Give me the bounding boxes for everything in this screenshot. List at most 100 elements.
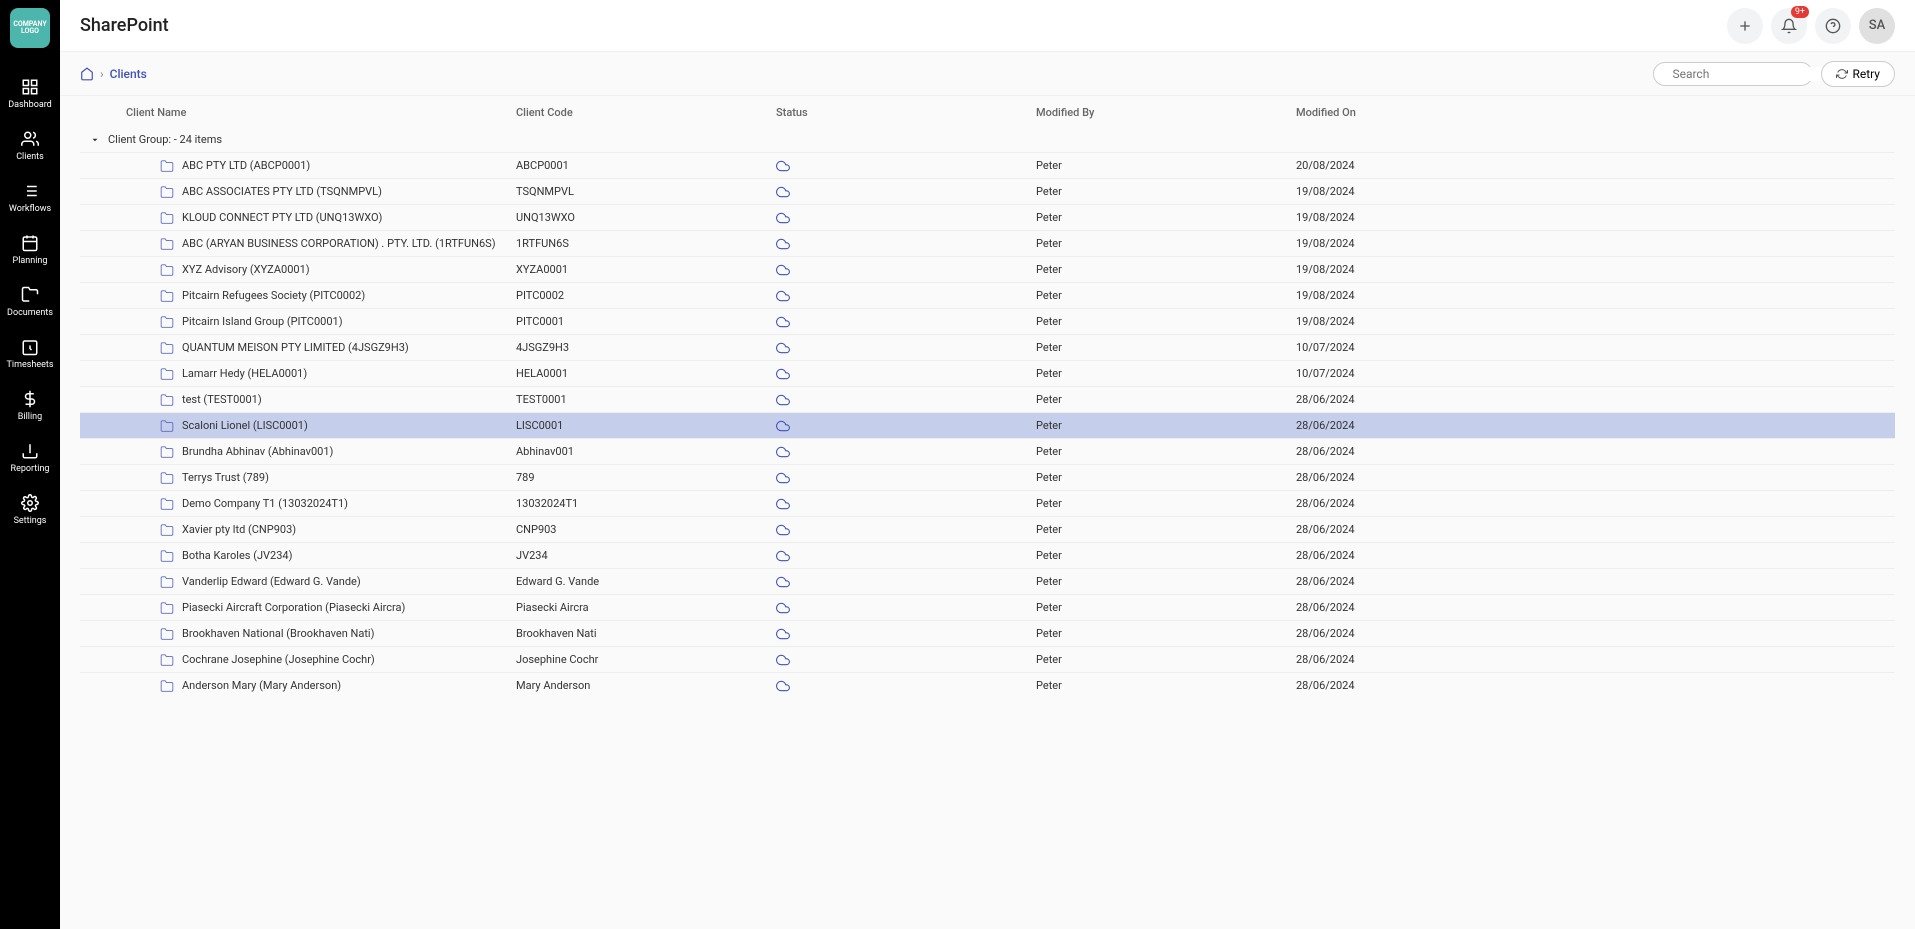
- cloud-icon: [776, 367, 790, 381]
- modified-on: 28/06/2024: [1296, 549, 1355, 562]
- table-row[interactable]: Anderson Mary (Mary Anderson)Mary Anders…: [80, 672, 1895, 698]
- client-code: CNP903: [516, 523, 557, 536]
- sidebar-item-dashboard[interactable]: Dashboard: [3, 68, 58, 120]
- folder-icon: [160, 289, 174, 303]
- cloud-icon: [776, 445, 790, 459]
- table-row[interactable]: Xavier pty ltd (CNP903)CNP903Peter28/06/…: [80, 516, 1895, 542]
- modified-by: Peter: [1036, 653, 1062, 666]
- client-name: KLOUD CONNECT PTY LTD (UNQ13WXO): [182, 211, 382, 224]
- cloud-icon: [776, 549, 790, 563]
- table-row[interactable]: Piasecki Aircraft Corporation (Piasecki …: [80, 594, 1895, 620]
- client-code: ABCP0001: [516, 159, 569, 172]
- cloud-icon: [776, 315, 790, 329]
- modified-by: Peter: [1036, 367, 1062, 380]
- column-status[interactable]: Status: [770, 106, 1030, 119]
- sidebar-item-label: Documents: [7, 308, 53, 318]
- sidebar-item-label: Clients: [16, 152, 44, 162]
- sidebar-item-timesheets[interactable]: Timesheets: [3, 328, 58, 380]
- client-code: TSQNMPVL: [516, 185, 574, 198]
- modified-on: 19/08/2024: [1296, 237, 1355, 250]
- sidebar-item-clients[interactable]: Clients: [3, 120, 58, 172]
- table-row[interactable]: KLOUD CONNECT PTY LTD (UNQ13WXO) UNQ13WXO…: [80, 204, 1895, 230]
- folder-icon: [160, 523, 174, 537]
- client-code: Piasecki Aircra: [516, 601, 589, 614]
- table-row[interactable]: ABC (ARYAN BUSINESS CORPORATION) . PTY. …: [80, 230, 1895, 256]
- client-name: Pitcairn Refugees Society (PITC0002): [182, 289, 365, 302]
- sidebar-item-reporting[interactable]: Reporting: [3, 432, 58, 484]
- client-name: Xavier pty ltd (CNP903): [182, 523, 296, 536]
- modified-on: 19/08/2024: [1296, 263, 1355, 276]
- client-name: Scaloni Lionel (LISC0001): [182, 419, 308, 432]
- table-row[interactable]: ABC ASSOCIATES PTY LTD (TSQNMPVL) TSQNMPV…: [80, 178, 1895, 204]
- client-name: ABC ASSOCIATES PTY LTD (TSQNMPVL): [182, 185, 382, 198]
- client-code: PITC0001: [516, 315, 564, 328]
- sidebar-item-billing[interactable]: Billing: [3, 380, 58, 432]
- search-input[interactable]: [1672, 67, 1828, 81]
- cloud-icon: [776, 211, 790, 225]
- breadcrumb-current[interactable]: Clients: [110, 67, 147, 81]
- client-code: JV234: [516, 549, 548, 562]
- table-row[interactable]: Brookhaven National (Brookhaven Nati)Bro…: [80, 620, 1895, 646]
- table-row[interactable]: XYZ Advisory (XYZA0001)XYZA0001Peter19/0…: [80, 256, 1895, 282]
- client-name: Pitcairn Island Group (PITC0001): [182, 315, 343, 328]
- modified-by: Peter: [1036, 523, 1062, 536]
- modified-by: Peter: [1036, 445, 1062, 458]
- notifications-button[interactable]: 9+: [1771, 8, 1807, 44]
- table-row[interactable]: Brundha Abhinav (Abhinav001)Abhinav001Pe…: [80, 438, 1895, 464]
- modified-on: 10/07/2024: [1296, 341, 1355, 354]
- folder-icon: [160, 263, 174, 277]
- sidebar-item-settings[interactable]: Settings: [3, 484, 58, 536]
- client-name: Terrys Trust (789): [182, 471, 269, 484]
- group-header[interactable]: Client Group: - 24 items: [80, 127, 1895, 152]
- sidebar-item-planning[interactable]: Planning: [3, 224, 58, 276]
- modified-by: Peter: [1036, 263, 1062, 276]
- table-row[interactable]: Pitcairn Refugees Society (PITC0002)PITC…: [80, 282, 1895, 308]
- column-modified-on[interactable]: Modified On: [1290, 106, 1895, 119]
- table-row[interactable]: Cochrane Josephine (Josephine Cochr)Jose…: [80, 646, 1895, 672]
- content-area: Client Name Client Code Status Modified …: [60, 96, 1915, 929]
- table-row[interactable]: Vanderlip Edward (Edward G. Vande)Edward…: [80, 568, 1895, 594]
- modified-by: Peter: [1036, 601, 1062, 614]
- cloud-icon: [776, 471, 790, 485]
- column-client-name[interactable]: Client Name: [120, 106, 510, 119]
- reporting-icon: [21, 442, 39, 460]
- sidebar-item-label: Workflows: [9, 204, 51, 214]
- page-title: SharePoint: [80, 15, 169, 36]
- search-box[interactable]: [1653, 62, 1813, 86]
- table-row[interactable]: Botha Karoles (JV234)JV234Peter28/06/202…: [80, 542, 1895, 568]
- help-button[interactable]: [1815, 8, 1851, 44]
- folder-icon: [160, 419, 174, 433]
- clients-icon: [21, 130, 39, 148]
- table-row[interactable]: Lamarr Hedy (HELA0001)HELA0001Peter10/07…: [80, 360, 1895, 386]
- modified-on: 20/08/2024: [1296, 159, 1355, 172]
- column-modified-by[interactable]: Modified By: [1030, 106, 1290, 119]
- client-code: 789: [516, 471, 535, 484]
- client-code: UNQ13WXO: [516, 211, 575, 224]
- documents-icon: [21, 286, 39, 304]
- folder-icon: [160, 627, 174, 641]
- add-button[interactable]: [1727, 8, 1763, 44]
- modified-by: Peter: [1036, 679, 1062, 692]
- table-row[interactable]: ABC PTY LTD (ABCP0001)ABCP0001Peter20/08…: [80, 152, 1895, 178]
- modified-on: 19/08/2024: [1296, 289, 1355, 302]
- table-row[interactable]: test (TEST0001)TEST0001Peter28/06/2024: [80, 386, 1895, 412]
- modified-by: Peter: [1036, 159, 1062, 172]
- retry-button[interactable]: Retry: [1821, 61, 1895, 87]
- table-row[interactable]: QUANTUM MEISON PTY LIMITED (4JSGZ9H3)4JS…: [80, 334, 1895, 360]
- company-logo[interactable]: COMPANYLOGO: [10, 8, 50, 48]
- table-row[interactable]: Pitcairn Island Group (PITC0001) PITC0001…: [80, 308, 1895, 334]
- user-avatar[interactable]: SA: [1859, 8, 1895, 44]
- cloud-icon: [776, 627, 790, 641]
- table-row[interactable]: Terrys Trust (789)789Peter28/06/2024: [80, 464, 1895, 490]
- top-header: SharePoint 9+ SA: [60, 0, 1915, 52]
- cloud-icon: [776, 653, 790, 667]
- table-row[interactable]: Scaloni Lionel (LISC0001)LISC0001Peter28…: [80, 412, 1895, 438]
- table-row[interactable]: Demo Company T1 (13032024T1)13032024T1Pe…: [80, 490, 1895, 516]
- question-icon: [1825, 18, 1841, 34]
- modified-by: Peter: [1036, 471, 1062, 484]
- modified-by: Peter: [1036, 341, 1062, 354]
- sidebar-item-documents[interactable]: Documents: [3, 276, 58, 328]
- sidebar-item-workflows[interactable]: Workflows: [3, 172, 58, 224]
- column-client-code[interactable]: Client Code: [510, 106, 770, 119]
- home-icon[interactable]: [80, 67, 94, 81]
